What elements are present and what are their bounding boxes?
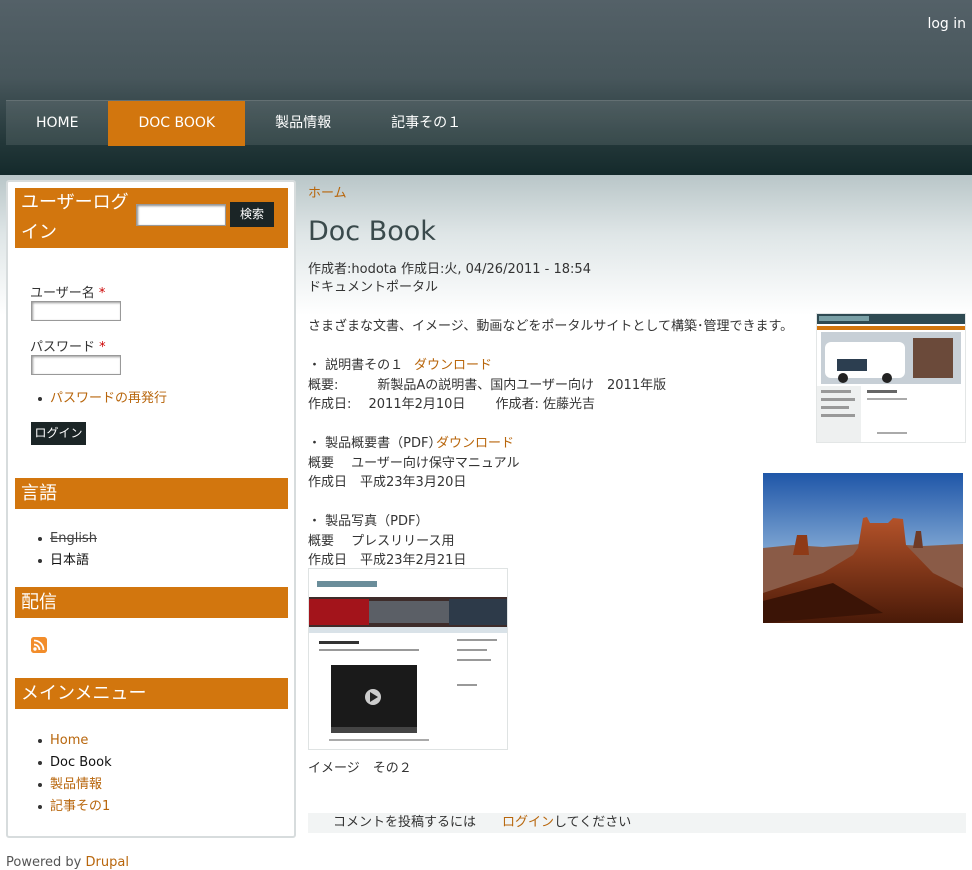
password-field[interactable] — [31, 355, 121, 375]
video-page-screenshot-image[interactable] — [308, 568, 508, 750]
nav-home[interactable]: HOME — [6, 101, 108, 146]
item3-summary: 概要 プレスリリース用 — [308, 534, 455, 549]
username-label-text: ユーザー名 — [30, 286, 95, 301]
item2-summary: 概要 ユーザー向け保守マニュアル — [308, 456, 520, 471]
login-button[interactable]: ログイン — [31, 422, 86, 445]
search-button[interactable]: 検索 — [230, 202, 274, 227]
portal-screenshot-image[interactable] — [816, 313, 966, 443]
menu-link-product-info[interactable]: 製品情報 — [50, 777, 102, 792]
reset-password-link[interactable]: パスワードの再発行 — [50, 391, 167, 406]
page-title: Doc Book — [308, 216, 436, 247]
item3-title: ・ 製品写真（PDF） — [308, 514, 429, 529]
intro-text: さまざまな文書、イメージ、動画などをポータルサイトとして構築･管理できます。 — [308, 319, 794, 334]
menu-item-article-1[interactable]: 記事その1 — [38, 796, 112, 818]
drupal-link[interactable]: Drupal — [86, 855, 129, 870]
username-label: ユーザー名 * — [30, 282, 105, 301]
language-japanese[interactable]: 日本語 — [50, 553, 89, 568]
menu-link-home[interactable]: Home — [50, 733, 88, 748]
menu-item-home[interactable]: Home — [38, 730, 112, 752]
syndication-block-title: 配信 — [15, 587, 288, 618]
menu-item-product-info[interactable]: 製品情報 — [38, 774, 112, 796]
portal-screenshot-graphic — [817, 314, 965, 442]
log-in-link[interactable]: log in — [927, 16, 966, 32]
submitted-info: 作成者:hodota 作成日:火, 04/26/2011 - 18:54 — [308, 262, 591, 277]
language-list: English 日本語 — [38, 528, 97, 572]
password-label-text: パスワード — [30, 340, 96, 355]
search-input[interactable] — [136, 204, 226, 226]
item2-date: 作成日 平成23年3月20日 — [308, 475, 467, 490]
site-header: log in HOME DOC BOOK 製品情報 記事その１ — [0, 0, 972, 175]
password-label: パスワード * — [30, 336, 106, 355]
comment-prefix-text: コメントを投稿するには — [333, 815, 503, 830]
nav-product-info[interactable]: 製品情報 — [245, 101, 361, 146]
nav-doc-book[interactable]: DOC BOOK — [108, 101, 246, 146]
rss-glyph — [31, 637, 47, 653]
video-page-screenshot-graphic — [309, 569, 507, 741]
breadcrumb-home[interactable]: ホーム — [308, 182, 347, 201]
item2-download-link[interactable]: ダウンロード — [436, 432, 514, 451]
language-item-english[interactable]: English — [38, 528, 97, 550]
monument-valley-graphic — [763, 473, 963, 623]
item2-title: ・ 製品概要書（PDF） — [308, 436, 442, 451]
required-mark: * — [98, 286, 106, 301]
main-menu-block-title: メインメニュー — [15, 678, 288, 709]
language-english[interactable]: English — [50, 531, 97, 546]
login-links: パスワードの再発行 — [37, 388, 167, 410]
footer: Powered by Drupal — [6, 855, 129, 870]
item3-date: 作成日 平成23年2月21日 — [308, 553, 467, 568]
required-mark: * — [99, 340, 106, 355]
menu-link-article-1[interactable]: 記事その1 — [50, 799, 110, 814]
menu-item-doc-book[interactable]: Doc Book — [38, 752, 112, 774]
image-caption: イメージ その２ — [308, 761, 412, 776]
nav-article-1[interactable]: 記事その１ — [361, 101, 491, 146]
item1-download-link[interactable]: ダウンロード — [414, 354, 492, 373]
page-subtitle: ドキュメントポータル — [308, 280, 439, 295]
language-item-japanese[interactable]: 日本語 — [38, 550, 97, 572]
username-field[interactable] — [31, 301, 121, 321]
item1-date: 作成日: 2011年2月10日 作成者: 佐藤光吉 — [308, 397, 596, 412]
comment-suffix-text: してください — [554, 815, 632, 830]
primary-nav: HOME DOC BOOK 製品情報 記事その１ — [6, 100, 972, 146]
language-block-title: 言語 — [15, 478, 288, 509]
rss-icon[interactable] — [31, 637, 47, 653]
main-menu-list: Home Doc Book 製品情報 記事その1 — [38, 730, 112, 818]
sidebar: ユーザーログイン 検索 ユーザー名 * パスワード * パスワードの再発行 ログ… — [6, 180, 296, 838]
comment-notice: コメントを投稿するには ログインしてください — [308, 813, 966, 833]
comment-login-link[interactable]: ログイン — [502, 815, 554, 830]
monument-valley-photo[interactable] — [763, 473, 963, 623]
item1-title: ・ 説明書その１ — [308, 358, 404, 373]
powered-by-text: Powered by — [6, 855, 82, 870]
item1-summary: 概要: 新製品Aの説明書、国内ユーザー向け 2011年版 — [308, 378, 667, 393]
list-item: パスワードの再発行 — [37, 388, 167, 410]
menu-link-doc-book[interactable]: Doc Book — [50, 755, 112, 770]
